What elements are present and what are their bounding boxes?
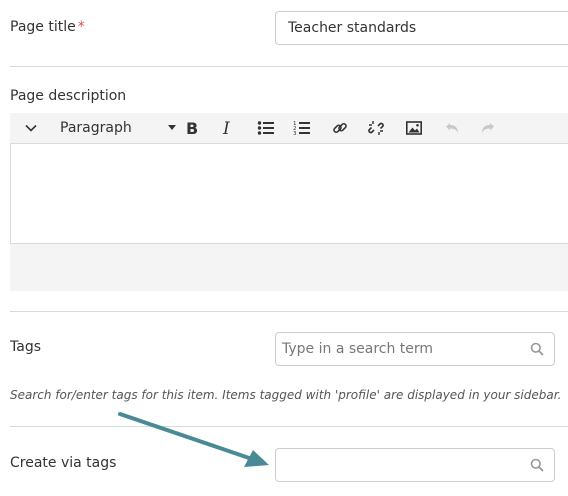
numbered-list-icon: 1 2 3 [293, 121, 310, 136]
chevron-down-icon [25, 124, 37, 132]
annotation-arrow-shaft [118, 412, 254, 461]
divider [10, 311, 568, 312]
redo-button[interactable] [476, 113, 500, 143]
create-via-tags-input[interactable] [275, 448, 555, 482]
link-icon [333, 122, 347, 134]
page-title-label: Page title * [10, 19, 85, 35]
undo-icon [446, 123, 458, 133]
svg-text:I: I [222, 120, 230, 136]
description-editor[interactable] [10, 143, 568, 244]
required-asterisk: * [77, 19, 85, 35]
unlink-button[interactable] [364, 113, 388, 143]
tags-search-placeholder: Type in a search term [282, 341, 434, 357]
bold-button[interactable]: B [180, 113, 204, 143]
page-title-value: Teacher standards [288, 20, 417, 36]
numbered-list-button[interactable]: 1 2 3 [290, 113, 314, 143]
format-select[interactable]: Paragraph [54, 113, 178, 143]
toolbar-toggle-button[interactable] [18, 113, 44, 143]
tags-help-text: Search for/enter tags for this item. Ite… [10, 388, 562, 402]
editor-toolbar: Paragraph B I 1 2 3 [10, 113, 568, 143]
bullet-list-button[interactable] [254, 113, 278, 143]
redo-icon [482, 123, 494, 133]
svg-text:B: B [186, 120, 198, 136]
unlink-icon [368, 121, 384, 135]
italic-icon: I [222, 120, 230, 136]
divider [10, 66, 568, 67]
divider [10, 426, 568, 427]
page-title-label-text: Page title [10, 19, 76, 35]
bold-icon: B [186, 120, 198, 136]
link-button[interactable] [328, 113, 352, 143]
image-icon [406, 121, 422, 135]
search-icon [530, 458, 544, 472]
format-select-value: Paragraph [60, 120, 132, 136]
caret-down-icon [168, 125, 176, 130]
bullet-list-icon [257, 121, 274, 135]
page-settings-form: Page title * Teacher standards Page descr… [0, 0, 568, 496]
page-title-input[interactable]: Teacher standards [275, 11, 568, 45]
editor-status-bar [10, 244, 568, 291]
italic-button[interactable]: I [216, 113, 240, 143]
tags-search-input[interactable]: Type in a search term [275, 332, 555, 366]
undo-button[interactable] [440, 113, 464, 143]
image-button[interactable] [402, 113, 426, 143]
annotation-arrowhead [244, 450, 269, 467]
create-via-tags-label: Create via tags [10, 455, 117, 471]
search-icon [530, 342, 544, 356]
page-description-label: Page description [10, 88, 127, 104]
tags-label: Tags [10, 339, 41, 355]
svg-text:3: 3 [293, 131, 297, 136]
